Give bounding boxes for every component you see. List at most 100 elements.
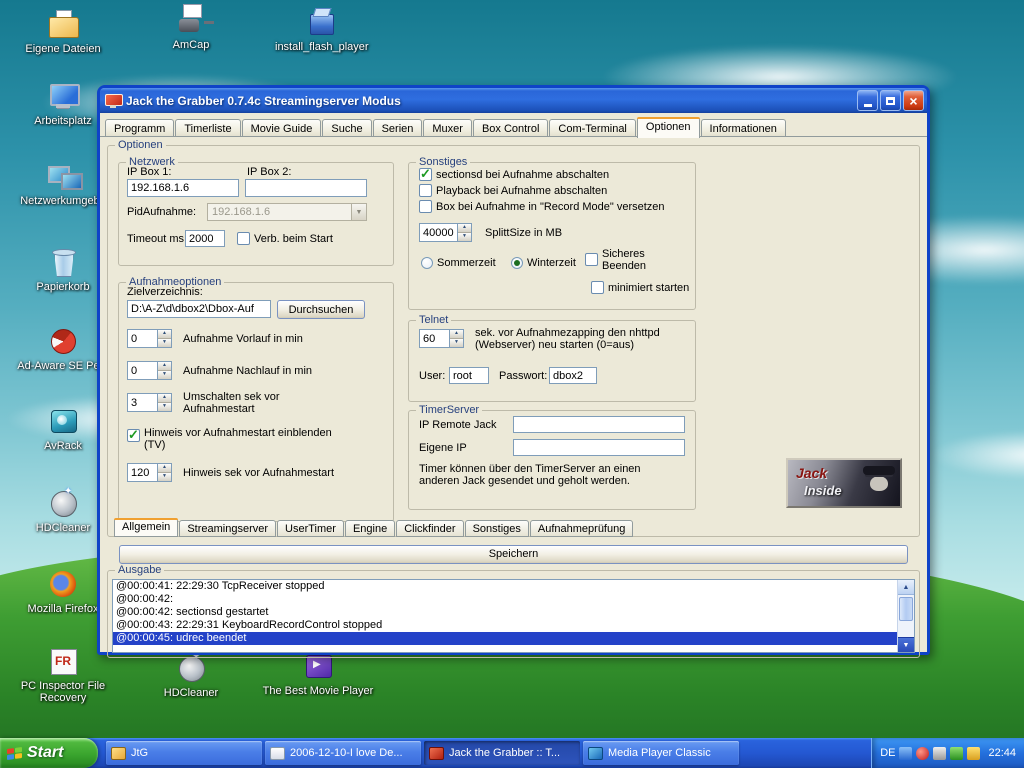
stepper-up-icon[interactable]: ▲	[158, 362, 171, 371]
start-button[interactable]: Start	[0, 738, 98, 768]
desktop-icon-adaware[interactable]: Ad-Aware SE Pers	[17, 325, 109, 372]
umschalten-input[interactable]	[127, 393, 157, 412]
sommerzeit-radio-label[interactable]: Sommerzeit	[437, 257, 496, 270]
tab-programm[interactable]: Programm	[105, 119, 174, 137]
sicheres-beenden-checkbox[interactable]	[585, 253, 598, 266]
telnet-sek-input[interactable]	[419, 329, 449, 348]
hinweis-checkbox-label[interactable]: Hinweis vor Aufnahmestart einblenden (TV…	[144, 427, 339, 451]
log-line-selected[interactable]: @00:00:45: udrec beendet	[113, 632, 914, 645]
desktop-icon-arbeitsplatz[interactable]: Arbeitsplatz	[17, 80, 109, 127]
desktop-icon-hdcleaner[interactable]: HDCleaner	[17, 487, 109, 534]
recordmode-checkbox-label[interactable]: Box bei Aufnahme in "Record Mode" verset…	[436, 201, 665, 214]
log-line[interactable]: @00:00:43: 22:29:31 KeyboardRecordContro…	[113, 619, 914, 632]
ip-box2-input[interactable]	[245, 179, 367, 197]
stepper-down-icon[interactable]: ▼	[158, 473, 171, 481]
language-indicator[interactable]: DE	[880, 747, 895, 759]
winterzeit-radio-label[interactable]: Winterzeit	[527, 257, 576, 270]
verb-beim-start-label[interactable]: Verb. beim Start	[254, 233, 333, 246]
eigene-ip-input[interactable]	[513, 439, 685, 456]
taskbar-button-document[interactable]: 2006-12-10-I love De...	[265, 741, 421, 765]
clock[interactable]: 22:44	[988, 747, 1016, 759]
minimiert-starten-label[interactable]: minimiert starten	[608, 282, 689, 295]
close-button[interactable]: ×	[903, 90, 924, 111]
subtab-clickfinder[interactable]: Clickfinder	[396, 520, 463, 537]
stepper-up-icon[interactable]: ▲	[450, 330, 463, 339]
subtab-aufnahmepruefung[interactable]: Aufnahmeprüfung	[530, 520, 633, 537]
stepper-up-icon[interactable]: ▲	[458, 224, 471, 233]
desktop-icon-install-flash-player[interactable]: install_flash_player	[275, 6, 367, 53]
desktop-icon-firefox[interactable]: Mozilla Firefox	[17, 568, 109, 615]
recordmode-checkbox[interactable]	[419, 200, 432, 213]
playback-checkbox-label[interactable]: Playback bei Aufnahme abschalten	[436, 185, 607, 198]
sectionsd-checkbox[interactable]	[419, 168, 432, 181]
desktop-icon-netzwerkumgebung[interactable]: Netzwerkumgebu	[17, 160, 109, 207]
sectionsd-checkbox-label[interactable]: sectionsd bei Aufnahme abschalten	[436, 169, 609, 182]
hinweis-sek-input[interactable]	[127, 463, 157, 482]
subtab-streamingserver[interactable]: Streamingserver	[179, 520, 276, 537]
user-input[interactable]	[449, 367, 489, 384]
ip-remote-jack-input[interactable]	[513, 416, 685, 433]
volume-icon[interactable]	[933, 747, 946, 760]
stepper-up-icon[interactable]: ▲	[158, 394, 171, 403]
scroll-down-icon[interactable]: ▼	[898, 637, 914, 652]
window-titlebar[interactable]: Jack the Grabber 0.7.4c Streamingserver …	[100, 88, 927, 113]
desktop-icon-papierkorb[interactable]: Papierkorb	[17, 246, 109, 293]
splitsize-input[interactable]	[419, 223, 457, 242]
hinweis-checkbox[interactable]	[127, 429, 140, 442]
pid-aufnahme-combobox[interactable]: 192.168.1.6 ▼	[207, 203, 367, 221]
nachlauf-input[interactable]	[127, 361, 157, 380]
log-listbox[interactable]: @00:00:41: 22:29:30 TcpReceiver stopped …	[112, 579, 915, 653]
telnet-sek-stepper[interactable]: ▲▼	[419, 329, 464, 348]
sicheres-beenden-label[interactable]: Sicheres Beenden	[602, 248, 664, 272]
desktop-icon-amcap[interactable]: AmCap	[145, 4, 237, 51]
maximize-button[interactable]	[880, 90, 901, 111]
minimize-button[interactable]	[857, 90, 878, 111]
subtab-sonstiges[interactable]: Sonstiges	[465, 520, 529, 537]
log-scrollbar[interactable]: ▲ ▼	[897, 580, 914, 652]
stepper-down-icon[interactable]: ▼	[158, 339, 171, 347]
taskbar-button-media-player-classic[interactable]: Media Player Classic	[583, 741, 739, 765]
vorlauf-stepper[interactable]: ▲▼	[127, 329, 172, 348]
subtab-allgemein[interactable]: Allgemein	[114, 518, 178, 537]
verb-beim-start-checkbox[interactable]	[237, 232, 250, 245]
log-line[interactable]: @00:00:42: sectionsd gestartet	[113, 606, 914, 619]
tab-box-control[interactable]: Box Control	[473, 119, 548, 137]
desktop-icon-eigene-dateien[interactable]: Eigene Dateien	[17, 8, 109, 55]
messenger-icon[interactable]	[899, 747, 912, 760]
desktop-icon-hdcleaner-2[interactable]: HDCleaner	[145, 652, 237, 699]
tab-suche[interactable]: Suche	[322, 119, 371, 137]
antivirus-icon[interactable]	[916, 747, 929, 760]
durchsuchen-button[interactable]: Durchsuchen	[277, 300, 365, 319]
tab-timerliste[interactable]: Timerliste	[175, 119, 240, 137]
subtab-engine[interactable]: Engine	[345, 520, 395, 537]
passwort-input[interactable]	[549, 367, 597, 384]
log-line[interactable]: @00:00:42:	[113, 593, 914, 606]
subtab-usertimer[interactable]: UserTimer	[277, 520, 344, 537]
nachlauf-stepper[interactable]: ▲▼	[127, 361, 172, 380]
winterzeit-radio[interactable]	[511, 257, 523, 269]
update-icon[interactable]	[967, 747, 980, 760]
chevron-down-icon[interactable]: ▼	[351, 204, 366, 220]
minimiert-starten-checkbox[interactable]	[591, 281, 604, 294]
tab-com-terminal[interactable]: Com-Terminal	[549, 119, 635, 137]
stepper-down-icon[interactable]: ▼	[450, 339, 463, 347]
ip-box1-input[interactable]	[127, 179, 239, 197]
taskbar-button-jack-the-grabber[interactable]: Jack the Grabber :: T...	[424, 741, 580, 765]
scroll-thumb[interactable]	[899, 597, 913, 621]
stepper-down-icon[interactable]: ▼	[458, 233, 471, 241]
tab-movie-guide[interactable]: Movie Guide	[242, 119, 322, 137]
splitsize-stepper[interactable]: ▲▼	[419, 223, 472, 242]
tab-serien[interactable]: Serien	[373, 119, 423, 137]
playback-checkbox[interactable]	[419, 184, 432, 197]
umschalten-stepper[interactable]: ▲▼	[127, 393, 172, 412]
timeout-input[interactable]	[185, 230, 225, 247]
network-icon[interactable]	[950, 747, 963, 760]
zielverzeichnis-input[interactable]	[127, 300, 271, 318]
tab-optionen[interactable]: Optionen	[637, 117, 700, 138]
stepper-up-icon[interactable]: ▲	[158, 330, 171, 339]
tab-informationen[interactable]: Informationen	[701, 119, 786, 137]
desktop-icon-avrack[interactable]: AvRack	[17, 405, 109, 452]
tab-muxer[interactable]: Muxer	[423, 119, 472, 137]
stepper-down-icon[interactable]: ▼	[158, 403, 171, 411]
vorlauf-input[interactable]	[127, 329, 157, 348]
